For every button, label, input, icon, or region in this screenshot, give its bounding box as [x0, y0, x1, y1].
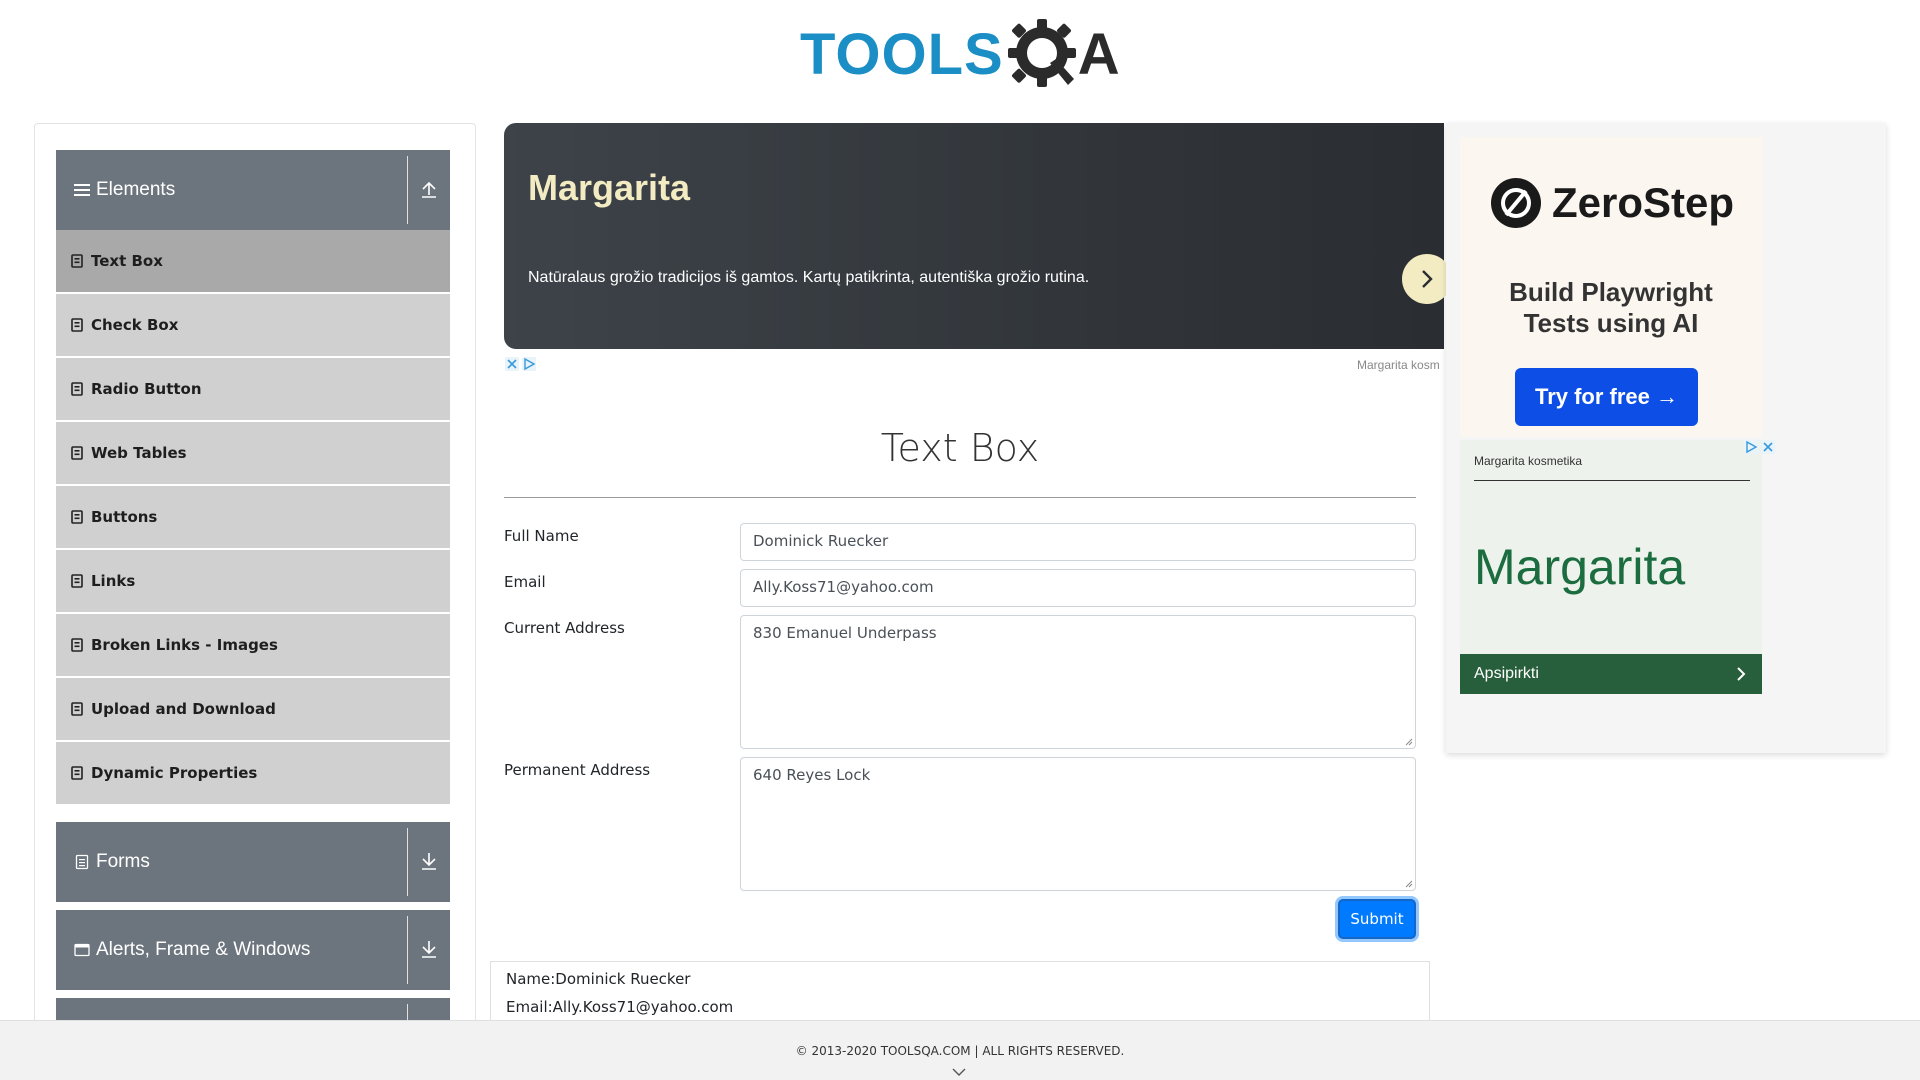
- resize-handle-icon[interactable]: [1405, 738, 1413, 746]
- apsipirkti-label: Apsipirkti: [1474, 665, 1539, 682]
- margarita-ad[interactable]: Margarita kosmetika Margarita Apsipirkti: [1460, 440, 1775, 694]
- margarita-brand: Margarita kosmetika: [1474, 454, 1583, 468]
- permanent-address-value: 640 Reyes Lock: [753, 766, 871, 784]
- sidebar-item-label: Links: [91, 572, 136, 590]
- output-name: Name:Dominick Ruecker: [506, 970, 691, 988]
- zerostep-logo-icon: [1491, 178, 1541, 228]
- gear-q-icon: [1007, 19, 1076, 87]
- sidebar-item-text-box[interactable]: Text Box: [56, 230, 450, 292]
- sidebar-item-label: Web Tables: [91, 444, 187, 462]
- group-label: Elements: [96, 179, 176, 200]
- divider: [407, 156, 408, 224]
- group-alerts-frame-windows[interactable]: Alerts, Frame & Windows: [56, 910, 450, 990]
- email-input[interactable]: Ally.Koss71@yahoo.com: [740, 569, 1416, 607]
- item-icon: [71, 318, 83, 332]
- hamburger-icon: [74, 184, 90, 196]
- sidebar-item-label: Buttons: [91, 508, 158, 526]
- sidebar-item-label: Upload and Download: [91, 700, 276, 718]
- try-for-free-button[interactable]: Try for free →: [1515, 368, 1698, 426]
- zerostep-ad[interactable]: ZeroStep Build Playwright Tests using AI…: [1460, 137, 1762, 437]
- chevron-right-icon: [1422, 270, 1433, 288]
- item-icon: [71, 446, 83, 460]
- group-forms[interactable]: Forms: [56, 822, 450, 902]
- current-address-label: Current Address: [504, 619, 625, 637]
- item-icon: [71, 254, 83, 268]
- margarita-divider: [1474, 480, 1750, 481]
- sidebar-item-links[interactable]: Links: [56, 550, 450, 612]
- submit-button[interactable]: Submit: [1338, 899, 1416, 939]
- apsipirkti-button[interactable]: Apsipirkti: [1460, 654, 1762, 694]
- divider: [407, 916, 408, 984]
- expand-down-icon[interactable]: [418, 939, 440, 961]
- email-label: Email: [504, 573, 546, 591]
- permanent-address-textarea[interactable]: 640 Reyes Lock: [740, 757, 1416, 891]
- ad-banner[interactable]: Margarita Natūralaus grožio tradicijos i…: [504, 123, 1452, 349]
- output-panel: Name:Dominick Ruecker Email:Ally.Koss71@…: [490, 961, 1430, 1021]
- item-icon: [71, 638, 83, 652]
- logo-a: A: [1077, 21, 1120, 87]
- title-divider: [504, 497, 1416, 498]
- page-title: Text Box: [880, 426, 1040, 470]
- sidebar-item-web-tables[interactable]: Web Tables: [56, 422, 450, 484]
- logo-text: TOOLS: [800, 21, 1004, 87]
- full-name-label: Full Name: [504, 527, 579, 545]
- item-icon: [71, 574, 83, 588]
- footer-copyright: © 2013-2020 TOOLSQA.COM | ALL RIGHTS RES…: [795, 1044, 1125, 1058]
- sidebar-item-label: Dynamic Properties: [91, 764, 258, 782]
- zerostep-headline-line: Build Playwright: [1509, 277, 1713, 307]
- sidebar-item-dynamic-properties[interactable]: Dynamic Properties: [56, 742, 450, 804]
- collapse-up-icon[interactable]: [418, 179, 440, 201]
- form-icon: [75, 854, 89, 870]
- sidebar: Elements Text Box Check Box Radio Button…: [34, 123, 476, 1023]
- item-icon: [71, 510, 83, 524]
- adchoices-icon[interactable]: [505, 357, 539, 371]
- current-address-value: 830 Emanuel Underpass: [753, 624, 937, 642]
- ad-description: Natūralaus grožio tradicijos iš gamtos. …: [528, 269, 1090, 286]
- resize-handle-icon[interactable]: [1405, 880, 1413, 888]
- output-email: Email:Ally.Koss71@yahoo.com: [506, 998, 734, 1016]
- sidebar-item-buttons[interactable]: Buttons: [56, 486, 450, 548]
- ad-title: Margarita: [528, 167, 691, 208]
- permanent-address-label: Permanent Address: [504, 761, 651, 779]
- sidebar-item-upload-and-download[interactable]: Upload and Download: [56, 678, 450, 740]
- current-address-textarea[interactable]: 830 Emanuel Underpass: [740, 615, 1416, 749]
- group-elements[interactable]: Elements: [56, 150, 450, 230]
- zerostep-logo: ZeroStep: [1490, 177, 1734, 229]
- sidebar-item-check-box[interactable]: Check Box: [56, 294, 450, 356]
- sidebar-item-label: Broken Links - Images: [91, 636, 278, 654]
- adchoices-icon[interactable]: [1744, 440, 1776, 454]
- sidebar-item-radio-button[interactable]: Radio Button: [56, 358, 450, 420]
- item-icon: [71, 766, 83, 780]
- ad-next-button[interactable]: [1402, 254, 1452, 304]
- sidebar-item-label: Text Box: [91, 252, 163, 270]
- chevron-down-icon[interactable]: [952, 1067, 966, 1077]
- side-ad[interactable]: ZeroStep Build Playwright Tests using AI…: [1446, 123, 1886, 753]
- zerostep-headline: Build Playwright Tests using AI: [1460, 277, 1762, 339]
- zerostep-headline-line: Tests using AI: [1523, 308, 1699, 338]
- expand-down-icon[interactable]: [418, 851, 440, 873]
- margarita-name: Margarita: [1474, 539, 1686, 595]
- footer: © 2013-2020 TOOLSQA.COM | ALL RIGHTS RES…: [0, 1020, 1920, 1080]
- window-icon: [74, 943, 90, 957]
- zerostep-brand: ZeroStep: [1552, 179, 1735, 226]
- item-icon: [71, 382, 83, 396]
- divider: [407, 828, 408, 896]
- sidebar-item-broken-links-images[interactable]: Broken Links - Images: [56, 614, 450, 676]
- ad-source-label: Margarita kosm: [1357, 358, 1440, 372]
- item-icon: [71, 702, 83, 716]
- full-name-input[interactable]: Dominick Ruecker: [740, 523, 1416, 561]
- chevron-right-icon: [1737, 667, 1746, 681]
- group-label: Alerts, Frame & Windows: [96, 939, 311, 960]
- sidebar-item-label: Check Box: [91, 316, 179, 334]
- sidebar-item-label: Radio Button: [91, 380, 202, 398]
- group-label: Forms: [96, 851, 150, 872]
- toolsqa-logo[interactable]: TOOLS A: [800, 14, 1124, 94]
